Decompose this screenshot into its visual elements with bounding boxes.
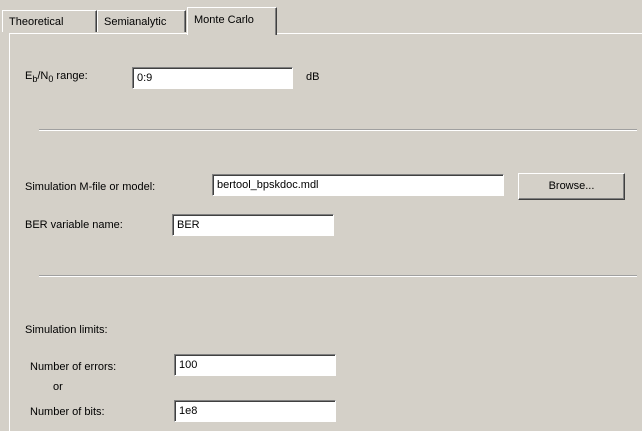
ebno-range-label: Eb/N0 range: bbox=[25, 70, 88, 84]
simulation-limits-title: Simulation limits: bbox=[25, 324, 108, 336]
model-input[interactable] bbox=[212, 174, 504, 196]
ber-variable-input[interactable] bbox=[172, 214, 334, 236]
separator-1 bbox=[39, 129, 637, 131]
tab-theoretical[interactable]: Theoretical bbox=[2, 10, 97, 32]
browse-button[interactable]: Browse... bbox=[518, 173, 625, 200]
ebno-range-input[interactable] bbox=[132, 67, 293, 89]
ebno-unit-label: dB bbox=[306, 71, 320, 83]
or-label: or bbox=[53, 381, 63, 393]
errors-input[interactable] bbox=[174, 354, 336, 376]
tab-semianalytic[interactable]: Semianalytic bbox=[97, 10, 186, 32]
tab-strip: Theoretical Semianalytic Monte Carlo bbox=[0, 0, 642, 35]
separator-2 bbox=[39, 275, 637, 277]
model-label: Simulation M-file or model: bbox=[25, 181, 156, 193]
tab-monte-carlo[interactable]: Monte Carlo bbox=[187, 7, 277, 35]
bits-input[interactable] bbox=[174, 400, 336, 422]
errors-label: Number of errors: bbox=[30, 361, 117, 373]
monte-carlo-panel: Eb/N0 range: dB Simulation M-file or mod… bbox=[9, 33, 642, 431]
bits-label: Number of bits: bbox=[30, 406, 105, 418]
ber-variable-label: BER variable name: bbox=[25, 219, 123, 231]
